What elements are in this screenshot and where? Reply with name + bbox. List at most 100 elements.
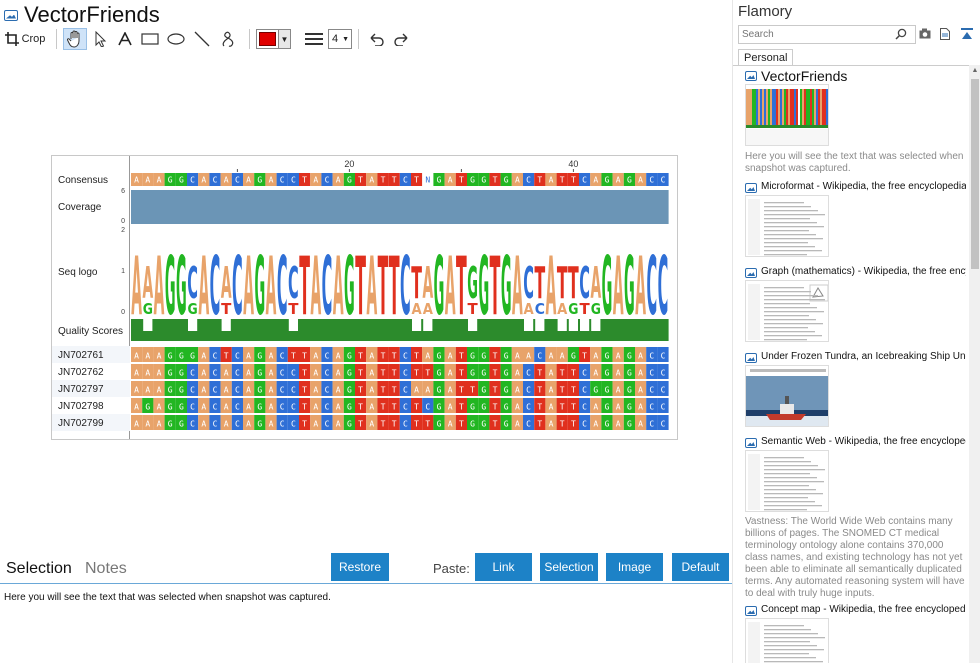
line-tool-button[interactable] — [191, 28, 213, 50]
consensus-base: A — [448, 176, 453, 185]
sequence-base: A — [224, 403, 229, 412]
sequence-name: JN702762 — [58, 367, 104, 378]
sequence-base: A — [201, 352, 206, 361]
sequence-base: C — [213, 352, 218, 361]
sequence-base: C — [582, 369, 587, 378]
rectangle-tool-button[interactable] — [139, 28, 161, 50]
document-icon[interactable] — [940, 28, 950, 40]
snapshot-thumbnail[interactable] — [745, 618, 829, 663]
tab-notes[interactable]: Notes — [85, 560, 127, 578]
sequence-base: A — [201, 420, 206, 429]
sequence-base: G — [605, 420, 610, 429]
collapse-icon[interactable] — [961, 28, 973, 40]
restore-button[interactable]: Restore — [331, 553, 389, 581]
sequence-base: C — [280, 352, 285, 361]
snapshot-thumbnail[interactable] — [745, 365, 829, 427]
snapshot-thumbnail[interactable] — [745, 195, 829, 257]
sequence-base: A — [549, 386, 554, 395]
consensus-base: A — [616, 176, 621, 185]
logo-tick: 0 — [121, 309, 125, 316]
entry-title[interactable]: Microformat - Wikipedia, the free encycl… — [761, 181, 966, 192]
sequence-base: A — [246, 420, 251, 429]
sequence-base: T — [358, 403, 363, 412]
consensus-base: C — [403, 176, 408, 185]
sequence-base: G — [627, 403, 632, 412]
hand-icon — [67, 30, 80, 48]
sequence-base: C — [213, 403, 218, 412]
sequence-base: T — [493, 386, 498, 395]
undo-button[interactable] — [365, 28, 387, 50]
logo-letter: G — [568, 300, 578, 318]
sequence-base: A — [157, 369, 162, 378]
sequence-base: C — [235, 386, 240, 395]
sequence-base: G — [168, 369, 173, 378]
search-input[interactable] — [738, 25, 916, 44]
sequence-base: T — [537, 369, 542, 378]
search-icon[interactable] — [895, 28, 907, 40]
camera-icon[interactable] — [919, 28, 931, 39]
sequence-base: T — [414, 369, 419, 378]
sequence-base: C — [190, 369, 195, 378]
text-tool-button[interactable] — [115, 28, 135, 50]
sequence-base: C — [325, 386, 330, 395]
entry-title[interactable]: VectorFriends — [761, 68, 966, 84]
hand-tool-button[interactable] — [63, 28, 87, 50]
consensus-base: G — [481, 176, 486, 185]
scrollbar-thumb[interactable] — [971, 79, 979, 269]
sequence-base: T — [381, 386, 386, 395]
sequence-base: T — [493, 369, 498, 378]
entry-title[interactable]: Under Frozen Tundra, an Icebreaking Ship… — [761, 351, 966, 362]
paste-default-button[interactable]: Default — [672, 553, 729, 581]
line-width-select[interactable]: 4 ▼ — [328, 29, 352, 49]
consensus-base: T — [493, 176, 498, 185]
ruler-label: 20 — [344, 159, 354, 169]
redo-button[interactable] — [391, 28, 413, 50]
snapshot-thumbnail[interactable] — [745, 450, 829, 512]
consensus-base: G — [179, 176, 184, 185]
logo-letter: A — [524, 300, 535, 318]
sequence-base: A — [526, 352, 531, 361]
sequence-base: T — [571, 369, 576, 378]
sequence-base: T — [582, 352, 587, 361]
freehand-tool-button[interactable] — [217, 28, 239, 50]
snapshot-thumbnail[interactable] — [745, 280, 829, 342]
sequence-base: T — [537, 420, 542, 429]
paste-selection-button[interactable]: Selection — [540, 553, 598, 581]
toolbar: Crop ▼ 4 ▼ — [4, 27, 417, 51]
sequence-base: C — [403, 369, 408, 378]
entry-title[interactable]: Graph (mathematics) - Wikipedia, the fre… — [761, 266, 966, 277]
sequence-base: A — [549, 403, 554, 412]
sequence-base: C — [280, 386, 285, 395]
tab-selection[interactable]: Selection — [6, 560, 72, 578]
tab-personal[interactable]: Personal — [738, 49, 794, 66]
sequence-base: T — [493, 420, 498, 429]
sequence-base: A — [224, 420, 229, 429]
snapshot-thumbnail[interactable] — [745, 84, 829, 146]
logo-letter: G — [188, 300, 198, 318]
sequence-base: T — [381, 369, 386, 378]
sequence-base: T — [560, 403, 565, 412]
consensus-base: C — [582, 176, 587, 185]
color-picker[interactable]: ▼ — [256, 29, 291, 49]
alignment-viewer[interactable]: Consensus Coverage Seq logo Quality Scor… — [51, 155, 678, 440]
sequence-base: A — [134, 352, 139, 361]
select-tool-button[interactable] — [91, 28, 111, 50]
ellipse-tool-button[interactable] — [165, 28, 187, 50]
paste-label: Paste: — [433, 561, 470, 576]
paste-image-button[interactable]: Image — [606, 553, 663, 581]
entry-title[interactable]: Semantic Web - Wikipedia, the free encyc… — [761, 436, 966, 447]
sequence-base: C — [403, 420, 408, 429]
paste-link-button[interactable]: Link — [475, 553, 532, 581]
consensus-base: G — [257, 176, 262, 185]
scroll-up-icon[interactable]: ▲ — [969, 65, 980, 77]
freehand-icon — [222, 31, 234, 47]
sequence-base: A — [448, 403, 453, 412]
sequence-base: C — [213, 369, 218, 378]
scrollbar[interactable]: ▲ — [969, 65, 980, 663]
sequence-base: G — [257, 369, 262, 378]
crop-button[interactable]: Crop — [4, 28, 46, 50]
sequence-base: A — [134, 420, 139, 429]
entry-title[interactable]: Concept map - Wikipedia, the free encycl… — [761, 604, 966, 615]
sequence-base: T — [302, 420, 307, 429]
sequence-base: G — [347, 403, 352, 412]
